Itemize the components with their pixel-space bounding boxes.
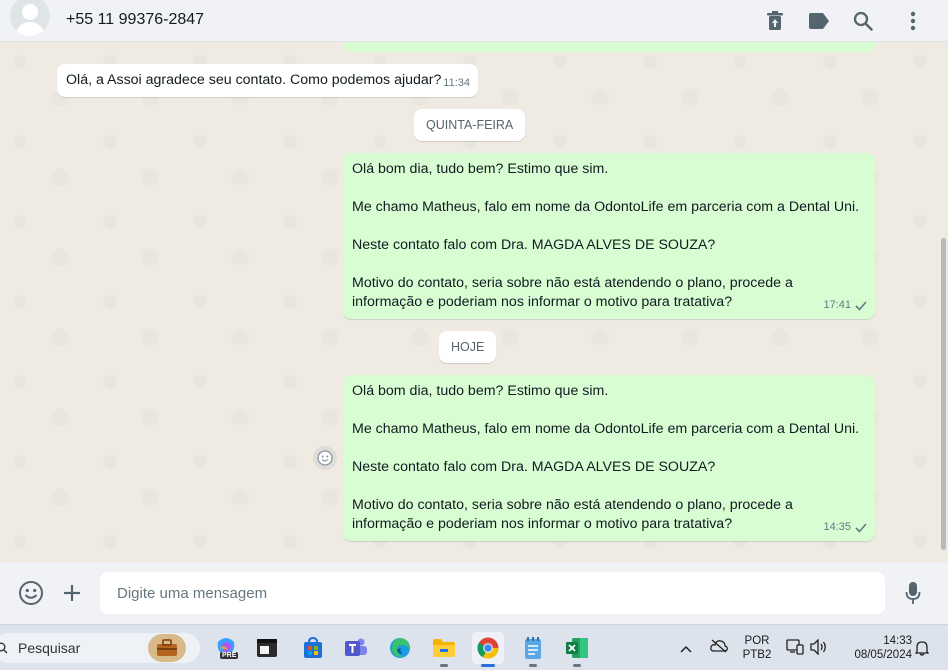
terminal-icon[interactable] xyxy=(251,632,283,664)
date-label: HOJE xyxy=(451,340,485,354)
clock-time: 14:33 xyxy=(883,635,912,647)
copilot-badge: PRE xyxy=(220,652,239,659)
message-paragraph: informação e poderiam nos informar o mot… xyxy=(352,294,733,310)
label-icon[interactable] xyxy=(807,9,831,33)
briefcase-icon[interactable] xyxy=(148,634,186,662)
clock-date: 08/05/2024 xyxy=(854,649,912,661)
chat-scrollbar[interactable] xyxy=(941,238,946,550)
notepad-icon[interactable] xyxy=(517,632,549,667)
message-input[interactable] xyxy=(100,572,885,614)
tray-chevron-up-icon[interactable] xyxy=(680,640,694,654)
message-paragraph: Olá bom dia, tudo bem? Estimo que sim. xyxy=(352,161,609,177)
language-line: POR xyxy=(744,635,770,647)
message-composer xyxy=(0,562,948,624)
search-icon[interactable] xyxy=(851,9,875,33)
message-paragraph: Motivo do contato, seria sobre não está … xyxy=(352,497,793,513)
chrome-icon[interactable] xyxy=(472,632,504,667)
avatar[interactable] xyxy=(10,0,50,36)
menu-icon[interactable] xyxy=(901,9,925,33)
clock[interactable]: 14:33 08/05/2024 xyxy=(838,634,912,662)
copilot-icon[interactable]: PRE xyxy=(210,632,242,664)
previous-message-edge xyxy=(343,42,875,52)
volume-icon[interactable] xyxy=(810,638,828,660)
teams-icon[interactable] xyxy=(340,632,372,664)
message-list[interactable]: Olá, a Assoi agradece seu contato. Como … xyxy=(0,42,948,562)
message-paragraph: Motivo do contato, seria sobre não está … xyxy=(352,275,793,291)
emoji-icon[interactable] xyxy=(17,579,45,607)
notification-bell-icon[interactable] xyxy=(914,640,930,661)
network-icon[interactable] xyxy=(786,639,804,660)
check-icon xyxy=(855,300,867,311)
date-separator: HOJE xyxy=(439,331,497,363)
plus-icon[interactable] xyxy=(58,579,86,607)
taskbar-search[interactable]: Pesquisar xyxy=(0,633,200,663)
date-separator: QUINTA-FEIRA xyxy=(414,109,526,141)
message-paragraph: Neste contato falo com Dra. MAGDA ALVES … xyxy=(352,237,716,253)
contact-name[interactable]: +55 11 99376-2847 xyxy=(66,11,204,29)
excel-icon[interactable] xyxy=(561,632,593,667)
message-time: 14:35 xyxy=(823,518,867,537)
message-paragraph: Neste contato falo com Dra. MAGDA ALVES … xyxy=(352,459,716,475)
search-icon xyxy=(0,642,8,654)
outgoing-message[interactable]: Olá bom dia, tudo bem? Estimo que sim. M… xyxy=(343,153,875,319)
incoming-message[interactable]: Olá, a Assoi agradece seu contato. Como … xyxy=(57,64,478,97)
message-time: 17:41 xyxy=(823,296,867,315)
chat-header: +55 11 99376-2847 xyxy=(0,0,948,42)
language-line: PTB2 xyxy=(742,649,772,661)
message-paragraph: informação e poderiam nos informar o mot… xyxy=(352,516,733,532)
message-paragraph: Me chamo Matheus, falo em nome da Odonto… xyxy=(352,421,860,437)
microphone-icon[interactable] xyxy=(899,579,927,607)
check-icon xyxy=(855,522,867,533)
reaction-emoji-icon[interactable] xyxy=(313,446,337,470)
windows-taskbar: Pesquisar PRE POR PTB2 14:33 08/05/2024 xyxy=(0,624,948,670)
message-time: 11:34 xyxy=(443,77,470,89)
cloud-offline-icon[interactable] xyxy=(710,639,728,658)
edge-icon[interactable] xyxy=(384,632,416,664)
message-paragraph: Olá bom dia, tudo bem? Estimo que sim. xyxy=(352,383,609,399)
whatsapp-window: +55 11 99376-2847 Olá, a Assoi agradece … xyxy=(0,0,948,670)
date-label: QUINTA-FEIRA xyxy=(426,118,514,132)
language-indicator[interactable]: POR PTB2 xyxy=(741,634,773,662)
file-explorer-icon[interactable] xyxy=(428,632,460,667)
message-text: Olá, a Assoi agradece seu contato. Como … xyxy=(66,72,442,88)
store-icon[interactable] xyxy=(297,632,329,664)
trash-icon[interactable] xyxy=(763,9,787,33)
message-paragraph: Me chamo Matheus, falo em nome da Odonto… xyxy=(352,199,860,215)
outgoing-message[interactable]: Olá bom dia, tudo bem? Estimo que sim. M… xyxy=(343,375,875,541)
taskbar-search-label: Pesquisar xyxy=(18,640,81,656)
